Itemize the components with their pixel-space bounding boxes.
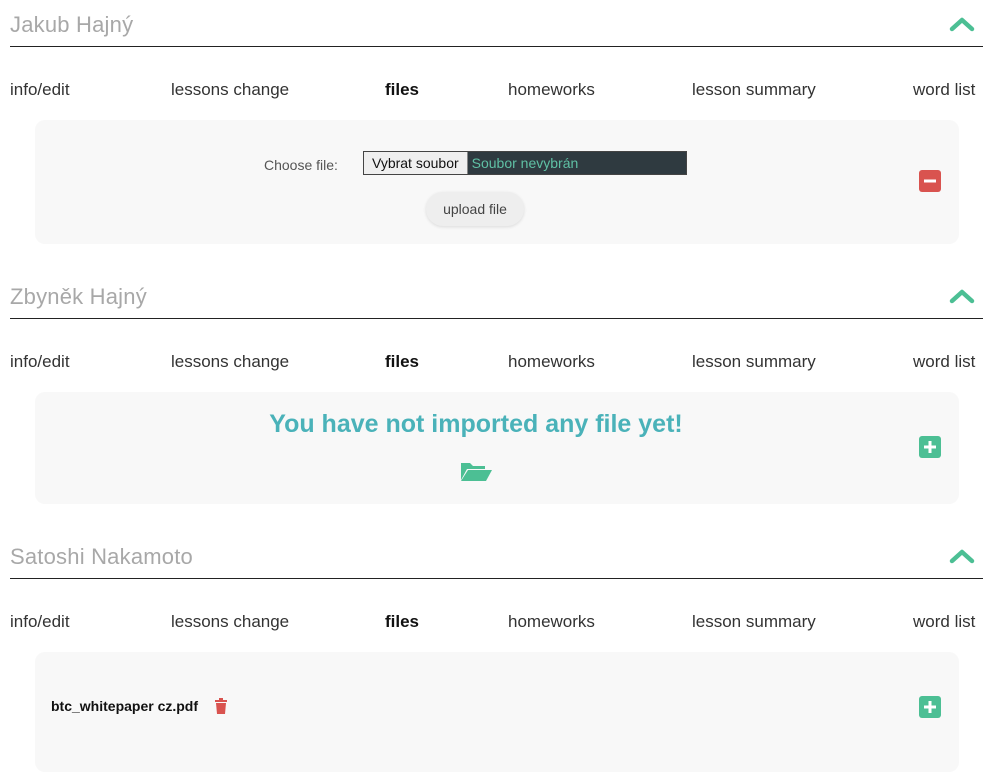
add-file-icon[interactable]	[919, 696, 941, 718]
tab-files[interactable]: files	[385, 612, 419, 632]
tab-info-edit[interactable]: info/edit	[10, 612, 70, 632]
tab-homeworks[interactable]: homeworks	[508, 80, 595, 100]
student-tabs: info/edit lessons change files homeworks…	[0, 80, 984, 104]
file-status-text: Soubor nevybrán	[471, 155, 579, 171]
trash-icon[interactable]	[214, 698, 228, 714]
tab-info-edit[interactable]: info/edit	[10, 352, 70, 372]
student-name: Jakub Hajný	[10, 12, 134, 37]
tab-lesson-summary[interactable]: lesson summary	[692, 612, 816, 632]
tab-word-list[interactable]: word list	[913, 352, 975, 372]
remove-icon[interactable]	[919, 170, 941, 192]
tab-homeworks[interactable]: homeworks	[508, 352, 595, 372]
files-panel: You have not imported any file yet!	[35, 392, 959, 504]
student-header: Jakub Hajný	[10, 0, 983, 47]
tab-homeworks[interactable]: homeworks	[508, 612, 595, 632]
tab-files[interactable]: files	[385, 352, 419, 372]
student-tabs: info/edit lessons change files homeworks…	[0, 612, 984, 636]
chevron-up-icon[interactable]	[949, 16, 975, 32]
tab-lesson-summary[interactable]: lesson summary	[692, 352, 816, 372]
file-row: btc_whitepaper cz.pdf	[51, 698, 228, 714]
files-panel: btc_whitepaper cz.pdf	[35, 652, 959, 772]
file-name-link[interactable]: btc_whitepaper cz.pdf	[51, 698, 198, 714]
tab-word-list[interactable]: word list	[913, 80, 975, 100]
tab-lessons-change[interactable]: lessons change	[171, 352, 289, 372]
chevron-up-icon[interactable]	[949, 288, 975, 304]
tab-files[interactable]: files	[385, 80, 419, 100]
upload-file-button[interactable]: upload file	[426, 192, 524, 226]
student-name: Zbyněk Hajný	[10, 284, 147, 309]
empty-files-message: You have not imported any file yet!	[269, 410, 683, 438]
student-header: Zbyněk Hajný	[10, 272, 983, 319]
files-panel: Choose file: Vybrat soubor Soubor nevybr…	[35, 120, 959, 244]
student-name: Satoshi Nakamoto	[10, 544, 193, 569]
chevron-up-icon[interactable]	[949, 548, 975, 564]
student-header: Satoshi Nakamoto	[10, 532, 983, 579]
tab-info-edit[interactable]: info/edit	[10, 80, 70, 100]
choose-file-label: Choose file:	[264, 157, 338, 173]
file-input[interactable]: Vybrat soubor Soubor nevybrán	[363, 151, 687, 175]
tab-lesson-summary[interactable]: lesson summary	[692, 80, 816, 100]
folder-open-icon	[461, 463, 492, 481]
tab-lessons-change[interactable]: lessons change	[171, 80, 289, 100]
tab-word-list[interactable]: word list	[913, 612, 975, 632]
file-select-button[interactable]: Vybrat soubor	[364, 152, 468, 174]
add-file-icon[interactable]	[919, 436, 941, 458]
tab-lessons-change[interactable]: lessons change	[171, 612, 289, 632]
student-tabs: info/edit lessons change files homeworks…	[0, 352, 984, 376]
